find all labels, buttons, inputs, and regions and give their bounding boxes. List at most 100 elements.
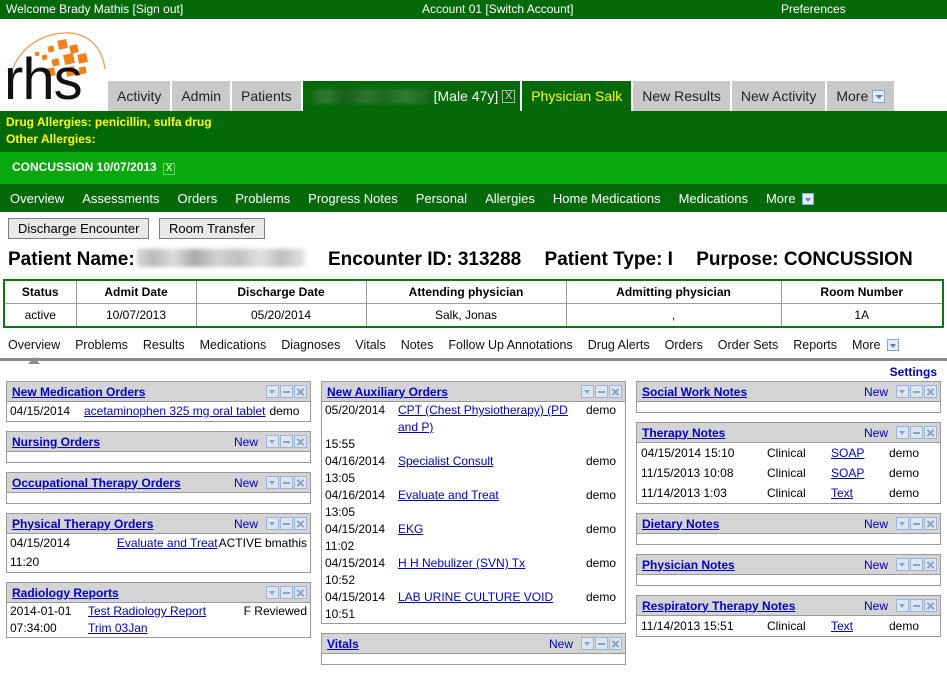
- portlet-close-icon[interactable]: [924, 558, 937, 571]
- portlet-dropdown-icon[interactable]: [896, 517, 909, 530]
- chevron-down-icon[interactable]: [802, 193, 814, 205]
- portlet-minimize-icon[interactable]: [280, 476, 293, 489]
- tab-diagnoses[interactable]: Diagnoses: [281, 338, 340, 352]
- portlet-new-link[interactable]: New: [864, 599, 888, 613]
- portlet-close-icon[interactable]: [609, 385, 622, 398]
- portlet-minimize-icon[interactable]: [910, 558, 923, 571]
- portlet-new-link[interactable]: New: [864, 426, 888, 440]
- portlet-minimize-icon[interactable]: [910, 426, 923, 439]
- portlet-close-icon[interactable]: [294, 435, 307, 448]
- portlet-new-link[interactable]: New: [234, 517, 258, 531]
- item-link[interactable]: Specialist Consult: [398, 454, 493, 468]
- portlet-dropdown-icon[interactable]: [896, 558, 909, 571]
- portlet-title-physical-therapy-orders[interactable]: Physical Therapy Orders: [12, 517, 153, 531]
- subnav-item-orders[interactable]: Orders: [178, 191, 218, 206]
- portlet-close-icon[interactable]: [924, 385, 937, 398]
- settings-link[interactable]: Settings: [890, 365, 937, 379]
- portlet-title-dietary-notes[interactable]: Dietary Notes: [642, 517, 719, 531]
- portlet-title-vitals[interactable]: Vitals: [327, 637, 359, 651]
- portlet-title-new-auxiliary-orders[interactable]: New Auxiliary Orders: [327, 385, 448, 399]
- item-link[interactable]: Text: [831, 619, 853, 633]
- welcome-signout-link[interactable]: Welcome Brady Mathis [Sign out]: [6, 2, 183, 16]
- subnav-item-allergies[interactable]: Allergies: [485, 191, 535, 206]
- account-switch-link[interactable]: Account 01 [Switch Account]: [422, 2, 573, 16]
- chevron-down-icon[interactable]: [887, 339, 899, 351]
- portlet-new-link[interactable]: New: [234, 476, 258, 490]
- item-link[interactable]: acetaminophen 325 mg oral tablet: [84, 403, 265, 420]
- portlet-minimize-icon[interactable]: [280, 517, 293, 530]
- nav-tab-active-patient[interactable]: [Male 47y] X: [303, 81, 523, 111]
- nav-tab-new-activity[interactable]: New Activity: [732, 81, 827, 111]
- subnav-item-assessments[interactable]: Assessments: [82, 191, 159, 206]
- portlet-minimize-icon[interactable]: [595, 385, 608, 398]
- nav-tab-new-results[interactable]: New Results: [633, 81, 732, 111]
- nav-tab-physician[interactable]: Physician Salk: [522, 81, 633, 111]
- tab-results[interactable]: Results: [143, 338, 185, 352]
- portlet-close-icon[interactable]: [924, 517, 937, 530]
- subnav-item-problems[interactable]: Problems: [235, 191, 290, 206]
- portlet-new-link[interactable]: New: [549, 637, 573, 651]
- portlet-minimize-icon[interactable]: [910, 599, 923, 612]
- close-patient-tab-icon[interactable]: X: [502, 90, 515, 103]
- rhs-logo[interactable]: rhs: [2, 21, 110, 109]
- item-link[interactable]: Evaluate and Treat: [117, 536, 218, 550]
- room-transfer-button[interactable]: Room Transfer: [159, 218, 265, 239]
- portlet-dropdown-icon[interactable]: [896, 599, 909, 612]
- subnav-item-personal[interactable]: Personal: [416, 191, 467, 206]
- portlet-new-link[interactable]: New: [864, 558, 888, 572]
- portlet-dropdown-icon[interactable]: [581, 637, 594, 650]
- portlet-minimize-icon[interactable]: [910, 385, 923, 398]
- portlet-close-icon[interactable]: [609, 637, 622, 650]
- portlet-minimize-icon[interactable]: [280, 435, 293, 448]
- item-link[interactable]: H H Nebulizer (SVN) Tx: [398, 556, 525, 570]
- portlet-close-icon[interactable]: [294, 517, 307, 530]
- portlet-dropdown-icon[interactable]: [266, 586, 279, 599]
- tab-follow-up-annotations[interactable]: Follow Up Annotations: [448, 338, 572, 352]
- item-link[interactable]: Text: [831, 486, 853, 500]
- portlet-dropdown-icon[interactable]: [581, 385, 594, 398]
- portlet-new-link[interactable]: New: [234, 435, 258, 449]
- portlet-title-therapy-notes[interactable]: Therapy Notes: [642, 426, 725, 440]
- portlet-dropdown-icon[interactable]: [896, 385, 909, 398]
- nav-tab-admin[interactable]: Admin: [172, 81, 232, 111]
- subnav-item-home-medications[interactable]: Home Medications: [553, 191, 661, 206]
- portlet-title-physician-notes[interactable]: Physician Notes: [642, 558, 735, 572]
- portlet-minimize-icon[interactable]: [280, 385, 293, 398]
- tab-drug-alerts[interactable]: Drug Alerts: [588, 338, 650, 352]
- portlet-minimize-icon[interactable]: [280, 586, 293, 599]
- tab-orders[interactable]: Orders: [665, 338, 703, 352]
- portlet-close-icon[interactable]: [294, 476, 307, 489]
- portlet-dropdown-icon[interactable]: [266, 517, 279, 530]
- item-link-secondary[interactable]: Trim 03Jan: [88, 621, 148, 635]
- portlet-title-occupational-therapy-orders[interactable]: Occupational Therapy Orders: [12, 476, 181, 490]
- subnav-item-progress-notes[interactable]: Progress Notes: [308, 191, 398, 206]
- portlet-title-radiology-reports[interactable]: Radiology Reports: [12, 586, 119, 600]
- tab-problems[interactable]: Problems: [75, 338, 128, 352]
- tab-order-sets[interactable]: Order Sets: [718, 338, 778, 352]
- tab-more[interactable]: More: [852, 338, 899, 352]
- subnav-item-medications[interactable]: Medications: [679, 191, 748, 206]
- chevron-down-icon[interactable]: [872, 90, 885, 103]
- portlet-close-icon[interactable]: [294, 586, 307, 599]
- nav-tab-activity[interactable]: Activity: [108, 81, 172, 111]
- discharge-encounter-button[interactable]: Discharge Encounter: [8, 218, 149, 239]
- portlet-title-new-medication-orders[interactable]: New Medication Orders: [12, 385, 145, 399]
- portlet-dropdown-icon[interactable]: [896, 426, 909, 439]
- preferences-link[interactable]: Preferences: [781, 2, 846, 16]
- portlet-close-icon[interactable]: [924, 599, 937, 612]
- tab-medications[interactable]: Medications: [200, 338, 267, 352]
- portlet-close-icon[interactable]: [924, 426, 937, 439]
- item-link[interactable]: LAB URINE CULTURE VOID: [398, 590, 553, 604]
- subnav-item-more[interactable]: More: [766, 191, 814, 206]
- tab-overview[interactable]: Overview: [8, 338, 60, 352]
- portlet-dropdown-icon[interactable]: [266, 476, 279, 489]
- item-link[interactable]: Test Radiology Report: [88, 604, 206, 618]
- portlet-title-social-work-notes[interactable]: Social Work Notes: [642, 385, 747, 399]
- portlet-new-link[interactable]: New: [864, 517, 888, 531]
- portlet-minimize-icon[interactable]: [595, 637, 608, 650]
- encounter-tab-concussion[interactable]: CONCUSSION 10/07/2013 X: [12, 152, 175, 175]
- portlet-minimize-icon[interactable]: [910, 517, 923, 530]
- nav-tab-patients[interactable]: Patients: [232, 81, 303, 111]
- item-link[interactable]: Evaluate and Treat: [398, 488, 499, 502]
- tab-vitals[interactable]: Vitals: [355, 338, 385, 352]
